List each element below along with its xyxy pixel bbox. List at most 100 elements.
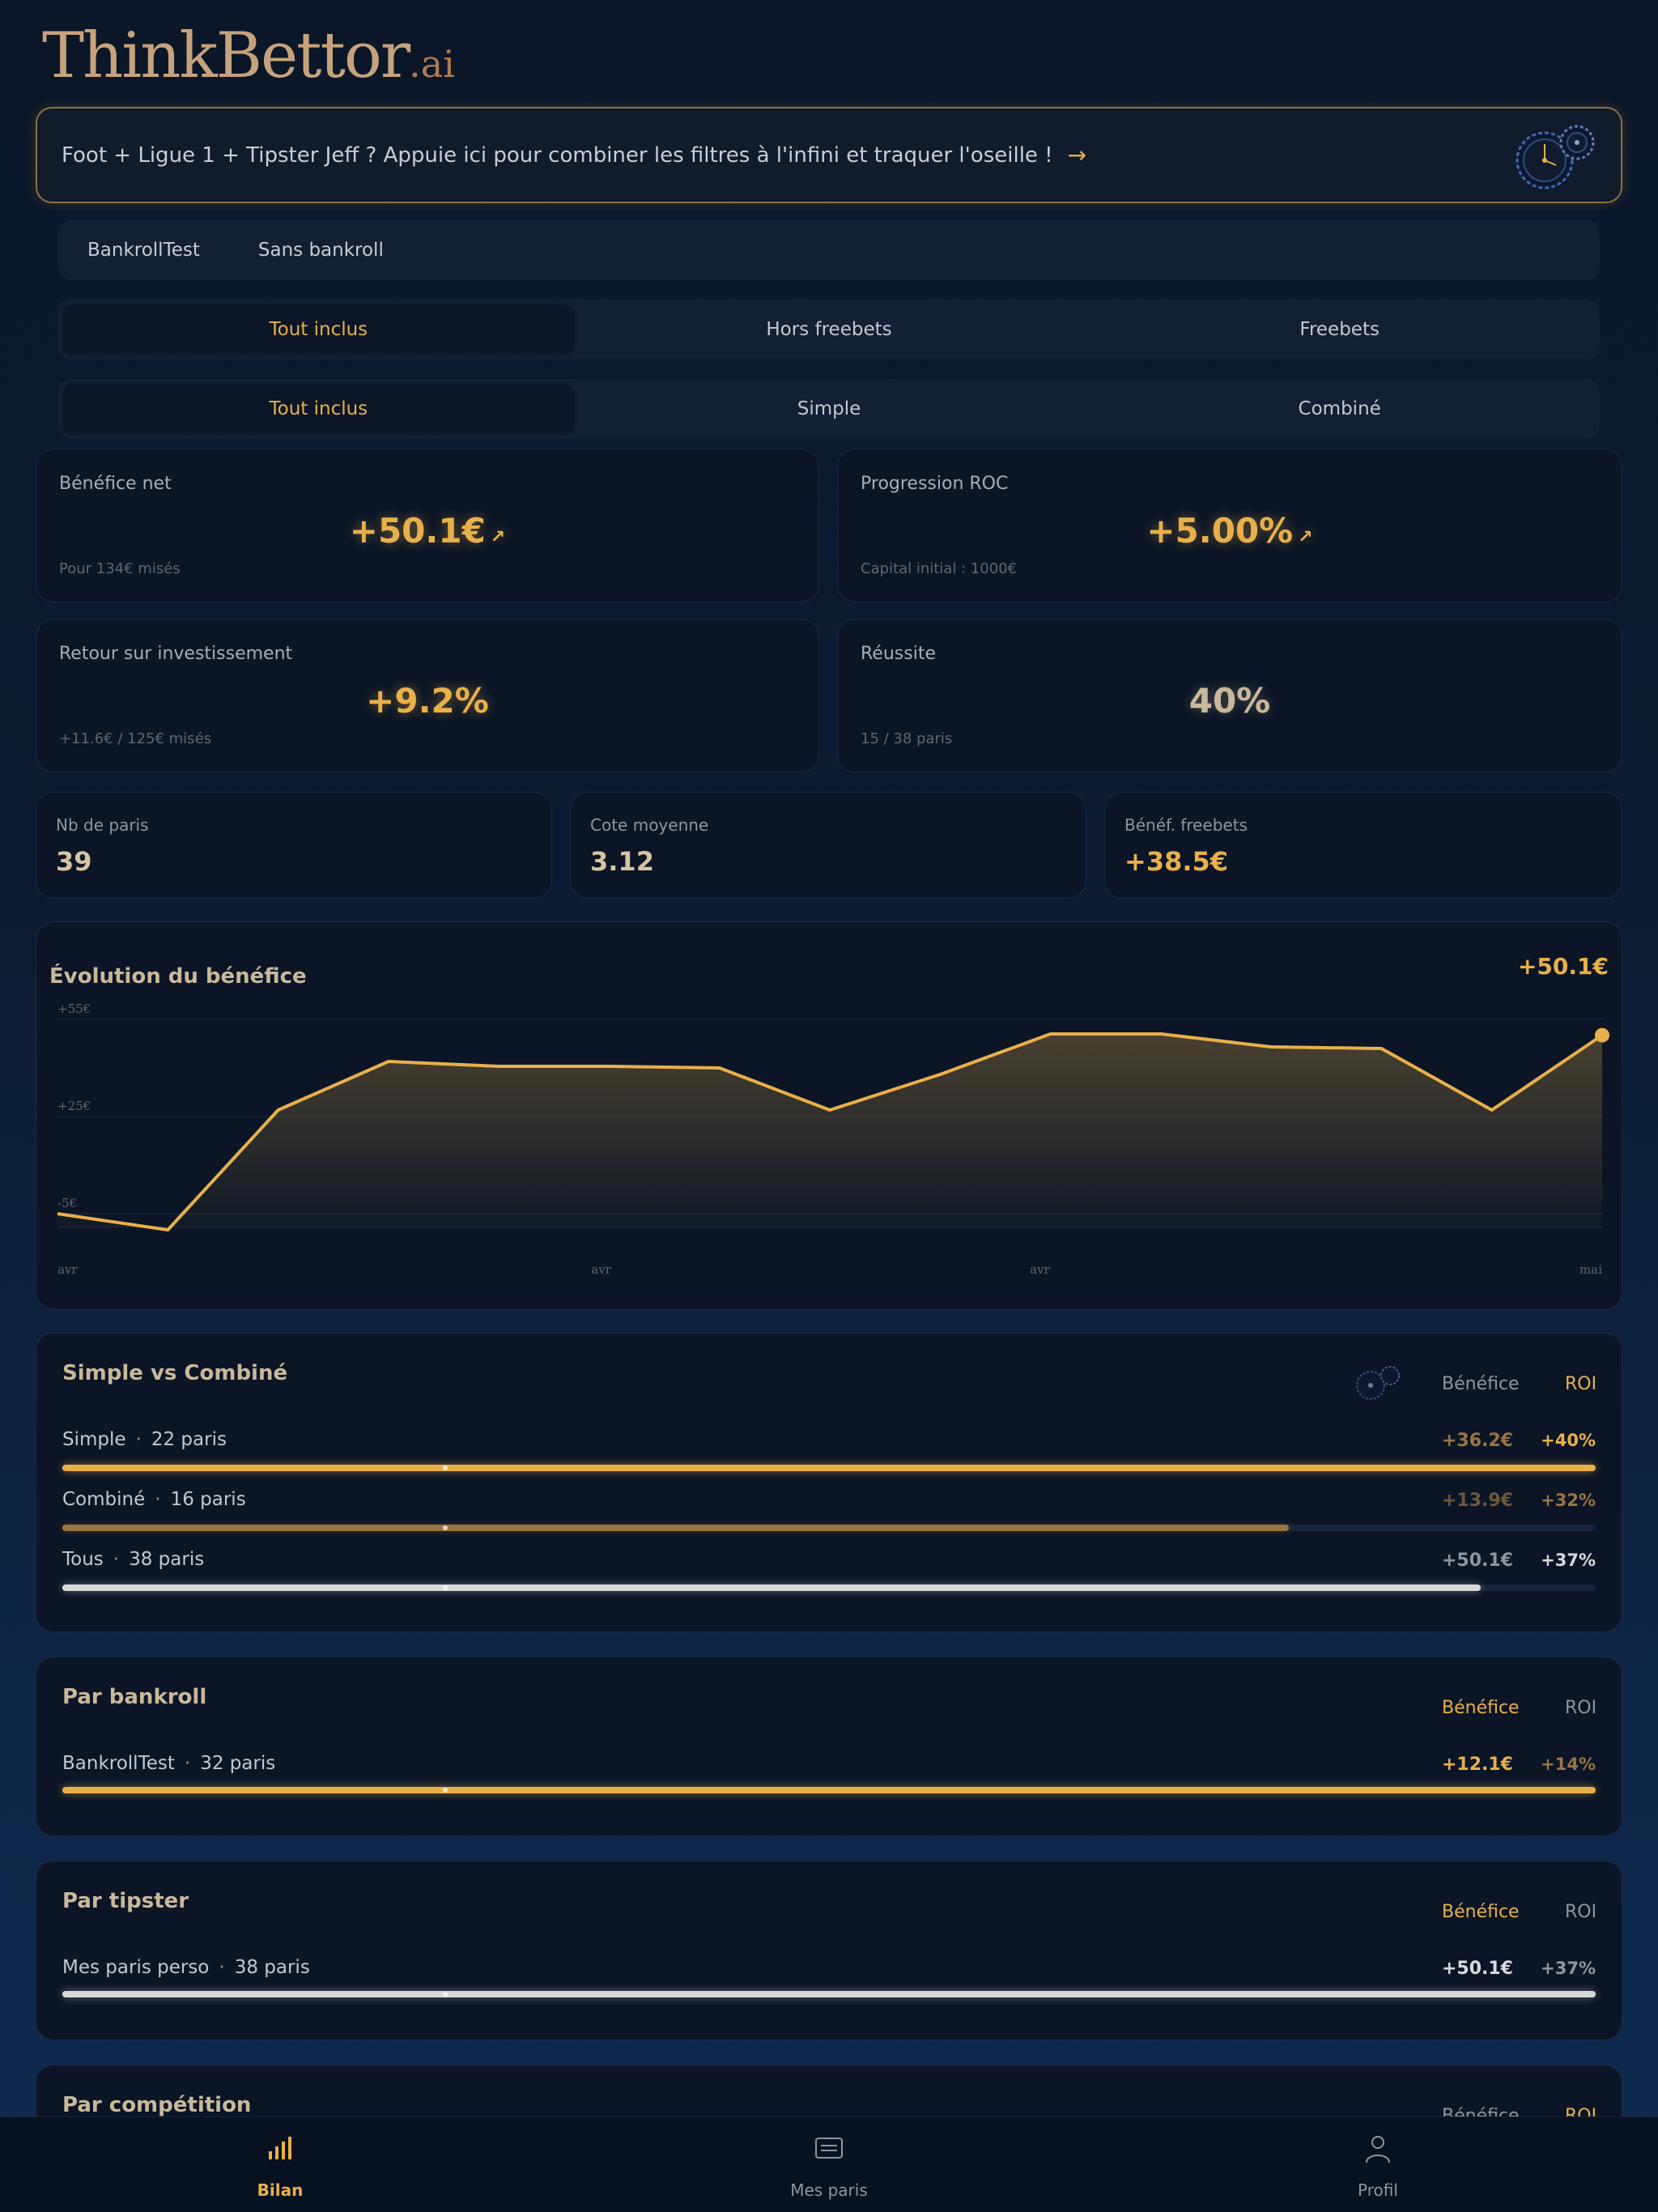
gears-icon xyxy=(1516,125,1595,189)
stat-value: +5.00% ↗ xyxy=(1146,511,1313,551)
arrow-right-icon: → xyxy=(1067,142,1087,168)
mini-stat-label: Nb de paris xyxy=(56,815,149,835)
stat-label: Bénéfice net xyxy=(59,474,172,494)
bankroll-selector: BankrollTest Sans bankroll xyxy=(58,220,1600,280)
freebets-filter: Tout inclus Hors freebets Freebets xyxy=(58,300,1600,359)
nav-label: Bilan xyxy=(257,2180,304,2200)
gears-icon xyxy=(1356,1366,1400,1400)
row-label-tous: Tous · 38 paris xyxy=(62,1549,205,1570)
mini-stat-label: Cote moyenne xyxy=(590,815,709,835)
row-benefice: +50.1€ xyxy=(1441,1551,1513,1571)
mini-stat-nb-paris: Nb de paris 39 xyxy=(36,792,552,899)
trend-up-icon: ↗ xyxy=(490,527,506,547)
stat-card-benefice-net: Bénéfice net +50.1€ ↗ Pour 134€ misés xyxy=(36,449,819,602)
row-roi: +32% xyxy=(1541,1491,1596,1510)
promo-text: Foot + Ligue 1 + Tipster Jeff ? Appuie i… xyxy=(62,143,1053,168)
column-header-roi[interactable]: ROI xyxy=(1565,1374,1596,1394)
section-title: Par bankroll xyxy=(62,1685,207,1709)
bottom-nav: Bilan Mes paris Profil xyxy=(0,2116,1658,2212)
x-tick-label: mai xyxy=(1579,1262,1602,1277)
bet-type-filter-tout-inclus[interactable]: Tout inclus xyxy=(63,384,574,434)
freebets-filter-tout-inclus[interactable]: Tout inclus xyxy=(63,304,574,355)
row-label-simple: Simple · 22 paris xyxy=(62,1429,227,1450)
column-header-benefice[interactable]: Bénéfice xyxy=(1442,1374,1520,1394)
progress-fill xyxy=(62,1991,1596,1997)
section-title: Par compétition xyxy=(62,2093,252,2117)
stat-label: Retour sur investissement xyxy=(59,644,293,664)
logo-suffix: .ai xyxy=(409,42,455,86)
logo-main: ThinkBettor xyxy=(42,19,410,92)
x-tick-label: avr xyxy=(591,1262,611,1277)
par-tipster-card: Par tipster Bénéfice ROI Mes paris perso… xyxy=(36,1861,1622,2040)
stat-sub: +11.6€ / 125€ misés xyxy=(59,730,212,747)
column-header-benefice[interactable]: Bénéfice xyxy=(1442,1698,1520,1718)
area-fill xyxy=(57,1034,1602,1230)
ticket-list-icon xyxy=(815,2138,843,2159)
stat-value: 40% xyxy=(1188,681,1271,721)
filter-promo-banner[interactable]: Foot + Ligue 1 + Tipster Jeff ? Appuie i… xyxy=(36,107,1622,203)
progress-fill xyxy=(62,1787,1596,1793)
row-benefice: +50.1€ xyxy=(1441,1959,1513,1979)
mini-stat-benef-freebets: Bénéf. freebets +38.5€ xyxy=(1104,792,1622,899)
stat-value: +9.2% xyxy=(366,681,489,721)
mini-stat-value: 3.12 xyxy=(590,846,654,877)
y-tick-label: -5€ xyxy=(57,1196,77,1210)
freebets-filter-hors-freebets[interactable]: Hors freebets xyxy=(574,304,1085,355)
row-roi: +14% xyxy=(1541,1755,1596,1774)
progress-track xyxy=(62,1525,1596,1531)
x-tick-label: avr xyxy=(57,1262,78,1277)
mini-stat-value: +38.5€ xyxy=(1124,846,1229,877)
profit-chart-card: Évolution du bénéfice +50.1€ +55€ +25€ -5€… xyxy=(36,921,1622,1310)
profit-chart: +55€ +25€ -5€ avr avr avr mai xyxy=(57,1002,1609,1277)
section-title: Par tipster xyxy=(62,1889,189,1913)
stat-label: Réussite xyxy=(861,644,936,664)
section-title: Simple vs Combiné xyxy=(62,1361,288,1385)
stat-sub: 15 / 38 paris xyxy=(861,730,953,747)
nav-label: Mes paris xyxy=(790,2180,868,2200)
nav-item-mes-paris[interactable]: Mes paris xyxy=(748,2117,910,2212)
row-roi: +37% xyxy=(1541,1959,1596,1978)
progress-fill xyxy=(62,1465,1596,1471)
column-header-roi[interactable]: ROI xyxy=(1565,1902,1596,1922)
mini-stat-value: 39 xyxy=(56,846,92,877)
nav-item-profil[interactable]: Profil xyxy=(1297,2117,1459,2212)
bet-type-filter-simple[interactable]: Simple xyxy=(574,384,1085,434)
nav-item-bilan[interactable]: Bilan xyxy=(199,2117,361,2212)
bankroll-option-bankrolltest[interactable]: BankrollTest xyxy=(87,240,200,261)
y-tick-label: +55€ xyxy=(57,1002,91,1016)
stat-sub: Pour 134€ misés xyxy=(59,560,181,577)
progress-track xyxy=(62,1787,1596,1793)
nav-label: Profil xyxy=(1358,2180,1398,2200)
stat-value: +50.1€ ↗ xyxy=(349,511,506,551)
bankroll-option-sans-bankroll[interactable]: Sans bankroll xyxy=(258,240,384,261)
x-tick-label: avr xyxy=(1030,1262,1050,1277)
row-label-combine: Combiné · 16 paris xyxy=(62,1489,246,1510)
user-icon xyxy=(1366,2136,1390,2163)
freebets-filter-freebets[interactable]: Freebets xyxy=(1084,304,1595,355)
row-roi: +37% xyxy=(1541,1551,1596,1570)
progress-fill xyxy=(62,1585,1481,1591)
bar-chart-icon xyxy=(269,2137,291,2159)
stat-label: Progression ROC xyxy=(861,474,1009,494)
column-header-roi[interactable]: ROI xyxy=(1565,1698,1596,1718)
y-tick-label: +25€ xyxy=(57,1099,91,1113)
mini-stat-cote-moyenne: Cote moyenne 3.12 xyxy=(570,792,1086,899)
stat-sub: Capital initial : 1000€ xyxy=(861,560,1018,577)
par-bankroll-card: Par bankroll Bénéfice ROI BankrollTest · 3… xyxy=(36,1657,1622,1836)
progress-track xyxy=(62,1465,1596,1471)
bet-type-filter: Tout inclus Simple Combiné xyxy=(58,379,1600,439)
progress-track xyxy=(62,1585,1596,1591)
stat-card-reussite: Réussite 40% 15 / 38 paris xyxy=(837,619,1622,772)
row-benefice: +13.9€ xyxy=(1441,1491,1513,1511)
bet-type-filter-combine[interactable]: Combiné xyxy=(1084,384,1595,434)
simple-vs-combine-card: Simple vs Combiné Bénéfice ROI Simple · 22… xyxy=(36,1333,1622,1632)
row-label-mes-paris-perso: Mes paris perso · 38 paris xyxy=(62,1957,310,1978)
row-benefice: +36.2€ xyxy=(1441,1431,1513,1451)
progress-track xyxy=(62,1991,1596,1997)
row-roi: +40% xyxy=(1541,1431,1596,1450)
data-point xyxy=(1595,1027,1609,1043)
column-header-benefice[interactable]: Bénéfice xyxy=(1442,1902,1520,1922)
stat-card-roi: Retour sur investissement +9.2% +11.6€ /… xyxy=(36,619,819,772)
stat-card-progression-roc: Progression ROC +5.00% ↗ Capital initial … xyxy=(837,449,1622,602)
trend-up-icon: ↗ xyxy=(1298,527,1313,547)
